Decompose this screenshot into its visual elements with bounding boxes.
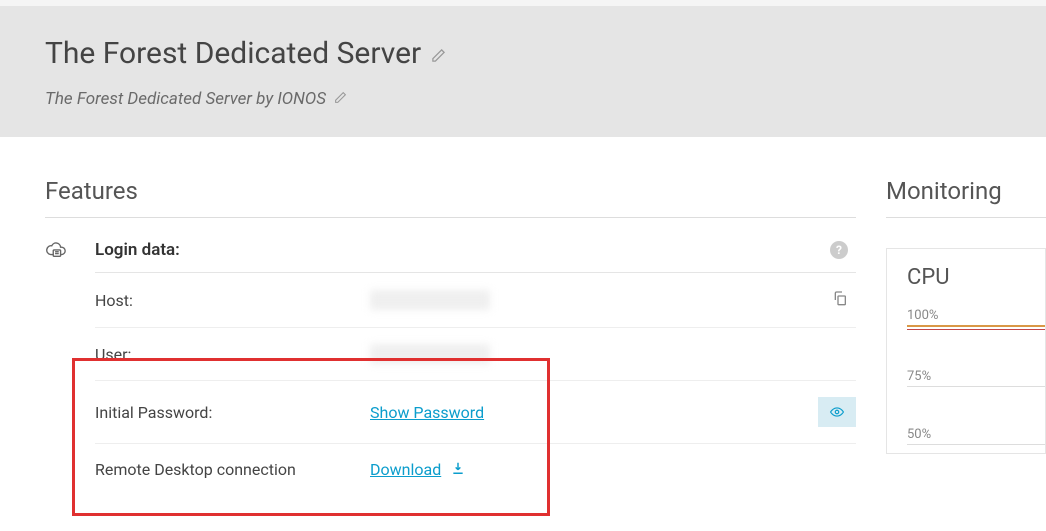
user-label: User: [95,345,370,364]
monitoring-panel: Monitoring CPU 100% 75% 50% [866,177,1046,495]
page-subtitle: The Forest Dedicated Server by IONOS [45,89,326,109]
pencil-icon[interactable] [431,48,446,67]
rdp-row: Remote Desktop connection Download [95,444,856,495]
host-label: Host: [95,291,370,310]
features-heading: Features [45,177,856,218]
host-row: Host: [95,273,856,328]
pencil-icon[interactable] [334,91,347,108]
cpu-tick: 100% [907,308,1045,327]
help-icon[interactable]: ? [830,241,848,259]
login-data-label: Login data: [95,240,180,260]
cpu-chart: CPU 100% 75% 50% [886,248,1046,454]
cpu-title: CPU [907,265,1045,290]
cpu-tick: 50% [907,427,1045,445]
host-value [370,290,832,310]
rdp-label: Remote Desktop connection [95,460,370,479]
page-title: The Forest Dedicated Server [45,36,421,71]
copy-icon[interactable] [832,289,848,311]
eye-icon[interactable] [818,397,856,427]
features-panel: Features Login data: ? Host: [45,177,856,495]
password-row: Initial Password: Show Password [95,381,856,444]
page-header: The Forest Dedicated Server The Forest D… [0,0,1046,137]
cpu-tick: 75% [907,369,1045,387]
password-label: Initial Password: [95,403,370,422]
monitoring-heading: Monitoring [886,177,1046,218]
download-link[interactable]: Download [370,460,441,479]
server-icon [45,238,67,264]
download-icon[interactable] [451,460,465,479]
show-password-link[interactable]: Show Password [370,403,484,422]
user-value [370,344,856,364]
user-row: User: [95,328,856,381]
